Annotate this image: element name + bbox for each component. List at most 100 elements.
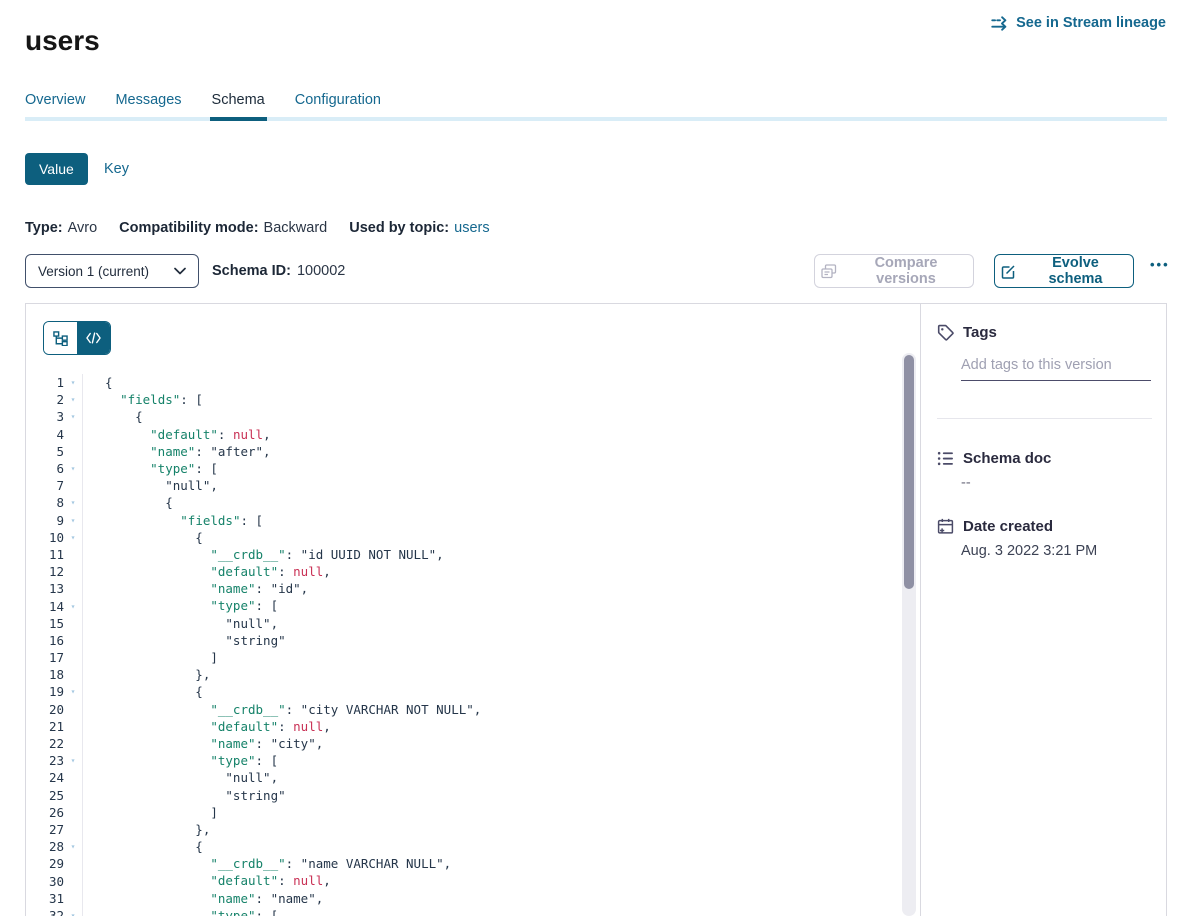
code-lines: 1▾{2▾ "fields": [3▾ {4 "default": null,5… <box>26 374 890 916</box>
code-text: "default": null, <box>82 872 890 889</box>
schema-doc-section-header: Schema doc <box>937 450 1051 467</box>
line-number: 18 <box>26 667 64 682</box>
line-number: 25 <box>26 788 64 803</box>
line-number: 29 <box>26 856 64 871</box>
code-text: { <box>82 683 890 700</box>
fold-toggle-icon[interactable]: ▾ <box>64 464 82 473</box>
schema-panel: 1▾{2▾ "fields": [3▾ {4 "default": null,5… <box>25 303 1167 916</box>
topic-link[interactable]: users <box>454 220 489 236</box>
meta-type: Type: Avro <box>25 220 97 236</box>
date-created-title: Date created <box>963 518 1053 535</box>
code-line: 7 "null", <box>26 477 890 494</box>
code-text: "default": null, <box>82 426 890 443</box>
line-number: 27 <box>26 822 64 837</box>
line-number: 6 <box>26 461 64 476</box>
line-number: 17 <box>26 650 64 665</box>
stream-lineage-icon <box>991 16 1009 31</box>
tags-title: Tags <box>963 324 997 341</box>
code-text: "string" <box>82 632 890 649</box>
scrollbar-thumb[interactable] <box>904 355 914 589</box>
code-text: { <box>82 408 890 425</box>
code-line: 14▾ "type": [ <box>26 597 890 614</box>
list-icon <box>937 450 954 467</box>
schema-editor: 1▾{2▾ "fields": [3▾ {4 "default": null,5… <box>26 304 921 916</box>
code-text: "fields": [ <box>82 391 890 408</box>
code-text: "name": "name", <box>82 890 890 907</box>
code-line: 12 "default": null, <box>26 563 890 580</box>
fold-toggle-icon[interactable]: ▾ <box>64 498 82 507</box>
line-number: 20 <box>26 702 64 717</box>
code-text: "null", <box>82 615 890 632</box>
fold-toggle-icon[interactable]: ▾ <box>64 756 82 765</box>
tree-view-icon <box>53 331 68 346</box>
calendar-plus-icon <box>937 518 954 535</box>
fold-toggle-icon[interactable]: ▾ <box>64 842 82 851</box>
code-line: 19▾ { <box>26 683 890 700</box>
code-line: 18 }, <box>26 666 890 683</box>
line-number: 26 <box>26 805 64 820</box>
code-text: "fields": [ <box>82 512 890 529</box>
editor-scrollbar[interactable] <box>902 353 916 916</box>
tab-configuration[interactable]: Configuration <box>295 92 381 117</box>
code-text: { <box>82 494 890 511</box>
line-number: 11 <box>26 547 64 562</box>
line-number: 4 <box>26 427 64 442</box>
fold-toggle-icon[interactable]: ▾ <box>64 412 82 421</box>
version-select[interactable]: Version 1 (current) <box>25 254 199 288</box>
code-text: "type": [ <box>82 597 890 614</box>
code-line: 10▾ { <box>26 529 890 546</box>
fold-toggle-icon[interactable]: ▾ <box>64 687 82 696</box>
code-line: 2▾ "fields": [ <box>26 391 890 408</box>
line-number: 23 <box>26 753 64 768</box>
more-options-button[interactable]: ••• <box>1144 256 1176 273</box>
code-text: "default": null, <box>82 563 890 580</box>
code-line: 31 "name": "name", <box>26 890 890 907</box>
fold-toggle-icon[interactable]: ▾ <box>64 602 82 611</box>
code-text: { <box>82 838 890 855</box>
tab-messages-label: Messages <box>115 92 181 108</box>
value-toggle-button[interactable]: Value <box>25 153 88 185</box>
schema-id: Schema ID: 100002 <box>212 263 345 279</box>
stream-lineage-label: See in Stream lineage <box>1016 15 1166 31</box>
tags-input[interactable] <box>961 357 1151 381</box>
line-number: 14 <box>26 599 64 614</box>
code-line: 6▾ "type": [ <box>26 460 890 477</box>
tree-view-button[interactable] <box>44 322 77 354</box>
schema-sidebar: Tags Schema doc -- Date created Aug. 3 2… <box>922 304 1166 916</box>
fold-toggle-icon[interactable]: ▾ <box>64 516 82 525</box>
code-text: { <box>82 529 890 546</box>
code-line: 26 ] <box>26 804 890 821</box>
tab-schema[interactable]: Schema <box>212 92 265 117</box>
tab-configuration-label: Configuration <box>295 92 381 108</box>
tab-messages[interactable]: Messages <box>115 92 181 117</box>
line-number: 9 <box>26 513 64 528</box>
tab-overview[interactable]: Overview <box>25 92 85 117</box>
code-view-icon <box>86 332 101 344</box>
code-line: 4 "default": null, <box>26 426 890 443</box>
compare-versions-button[interactable]: Compare versions <box>814 254 974 288</box>
line-number: 22 <box>26 736 64 751</box>
code-line: 21 "default": null, <box>26 718 890 735</box>
code-line: 8▾ { <box>26 494 890 511</box>
line-number: 7 <box>26 478 64 493</box>
edit-icon <box>1001 264 1016 279</box>
fold-toggle-icon[interactable]: ▾ <box>64 533 82 542</box>
schema-meta-row: Type: Avro Compatibility mode: Backward … <box>25 220 490 236</box>
code-text: }, <box>82 821 890 838</box>
evolve-schema-button[interactable]: Evolve schema <box>994 254 1134 288</box>
fold-toggle-icon[interactable]: ▾ <box>64 378 82 387</box>
fold-toggle-icon[interactable]: ▾ <box>64 911 82 916</box>
key-toggle-link[interactable]: Key <box>104 161 129 177</box>
code-line: 16 "string" <box>26 632 890 649</box>
code-text: "__crdb__": "name VARCHAR NULL", <box>82 855 890 872</box>
line-number: 30 <box>26 874 64 889</box>
line-number: 13 <box>26 581 64 596</box>
fold-toggle-icon[interactable]: ▾ <box>64 395 82 404</box>
code-text: }, <box>82 666 890 683</box>
stream-lineage-link[interactable]: See in Stream lineage <box>991 15 1166 31</box>
code-view-button[interactable] <box>77 322 110 354</box>
code-text: "string" <box>82 787 890 804</box>
code-line: 25 "string" <box>26 787 890 804</box>
tab-bar-underline <box>25 117 1167 121</box>
code-line: 11 "__crdb__": "id UUID NOT NULL", <box>26 546 890 563</box>
